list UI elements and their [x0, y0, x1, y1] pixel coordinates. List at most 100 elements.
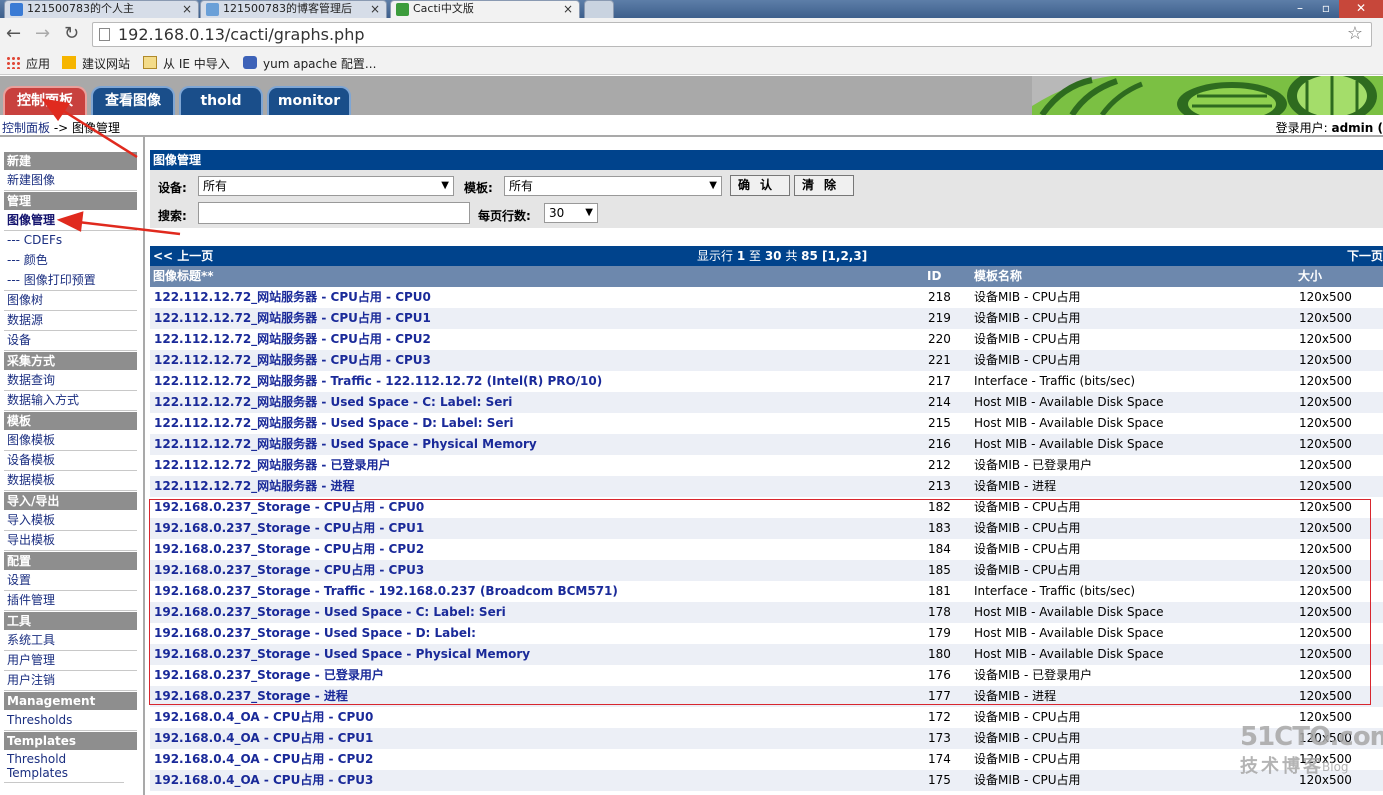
breadcrumb: 控制面板 -> 图像管理	[2, 119, 120, 136]
graph-title-link[interactable]: 192.168.0.237_Storage - 已登录用户	[154, 665, 384, 686]
menu-item-user-management[interactable]: 用户管理	[4, 651, 137, 671]
column-header-id[interactable]: ID	[927, 266, 941, 287]
graph-title-link[interactable]: 192.168.0.4_OA - CPU占用 - CPU3	[154, 770, 373, 791]
close-icon[interactable]: ×	[563, 1, 573, 17]
bookmark-star-icon[interactable]: ☆	[1347, 23, 1363, 44]
forward-arrow-icon[interactable]: →	[35, 23, 50, 44]
graph-title-link[interactable]: 122.112.12.72_网站服务器 - 已登录用户	[154, 455, 391, 476]
graph-title-link[interactable]: 122.112.12.72_网站服务器 - CPU占用 - CPU3	[154, 350, 431, 371]
menu-item-system-utilities[interactable]: 系统工具	[4, 631, 137, 651]
browser-tab[interactable]: 121500783的个人主 ×	[4, 0, 199, 18]
graph-size-cell: 120x500	[1299, 311, 1352, 325]
clear-button[interactable]: 清除	[794, 175, 854, 196]
graph-id-cell: 183	[928, 521, 951, 535]
table-row: 122.112.12.72_网站服务器 - CPU占用 - CPU1 219 设备M…	[150, 308, 1383, 329]
menu-item-export-templates[interactable]: 导出模板	[4, 531, 137, 551]
menu-item-graph-templates[interactable]: 图像模板	[4, 431, 137, 451]
menu-item-data-sources[interactable]: 数据源	[4, 311, 137, 331]
graph-title-link[interactable]: 192.168.0.237_Storage - CPU占用 - CPU0	[154, 497, 424, 518]
graph-title-link[interactable]: 192.168.0.237_Storage - CPU占用 - CPU3	[154, 560, 424, 581]
graph-title-link[interactable]: 192.168.0.237_Storage - 进程	[154, 686, 348, 707]
menu-item-thresholds[interactable]: Thresholds	[4, 711, 137, 731]
menu-item-colors[interactable]: --- 颜色	[4, 251, 137, 271]
menu-item-graph-trees[interactable]: 图像树	[4, 291, 137, 311]
device-select[interactable]: 所有 ▼	[198, 176, 454, 196]
graph-title-link[interactable]: 192.168.0.237_Storage - Traffic - 192.16…	[154, 581, 618, 602]
table-row: 122.112.12.72_网站服务器 - CPU占用 - CPU3 221 设备M…	[150, 350, 1383, 371]
tab-thold[interactable]: thold	[179, 86, 263, 115]
next-page-link[interactable]: 下一页	[1347, 246, 1383, 266]
menu-item-plugin-management[interactable]: 插件管理	[4, 591, 137, 611]
tab-graphs[interactable]: 查看图像	[91, 86, 175, 115]
menu-item-graph-management[interactable]: 图像管理	[4, 211, 137, 231]
graph-id-cell: 217	[928, 374, 951, 388]
bookmark-suggested-sites[interactable]: 建议网站	[62, 55, 130, 72]
graph-title-link[interactable]: 192.168.0.237_Storage - Used Space - D: …	[154, 623, 476, 644]
back-arrow-icon[interactable]: ←	[6, 23, 21, 44]
graph-title-link[interactable]: 122.112.12.72_网站服务器 - CPU占用 - CPU2	[154, 329, 431, 350]
column-header-title[interactable]: 图像标题**	[153, 266, 214, 287]
close-icon[interactable]: ×	[370, 1, 380, 17]
graph-title-link[interactable]: 192.168.0.4_OA - CPU占用 - CPU2	[154, 749, 373, 770]
graph-title-link[interactable]: 122.112.12.72_网站服务器 - Traffic - 122.112.…	[154, 371, 602, 392]
graph-template-cell: 设备MIB - CPU占用	[974, 311, 1081, 325]
graph-title-link[interactable]: 122.112.12.72_网站服务器 - CPU占用 - CPU0	[154, 287, 431, 308]
graph-title-link[interactable]: 192.168.0.237_Storage - CPU占用 - CPU2	[154, 539, 424, 560]
table-row: 122.112.12.72_网站服务器 - Used Space - Physi…	[150, 434, 1383, 455]
browser-tab-active[interactable]: Cacti中文版 ×	[390, 0, 580, 18]
graph-title-link[interactable]: 192.168.0.237_Storage - CPU占用 - CPU1	[154, 518, 424, 539]
tab-console[interactable]: 控制面板	[3, 86, 87, 115]
menu-item-new-graphs[interactable]: 新建图像	[4, 171, 137, 191]
rows-per-page-select[interactable]: 30 ▼	[544, 203, 598, 223]
column-header-size[interactable]: 大小	[1298, 266, 1322, 287]
menu-item-data-queries[interactable]: 数据查询	[4, 371, 137, 391]
table-row: 192.168.0.237_Storage - 进程 177 设备MIB - 进程 1…	[150, 686, 1383, 707]
column-header-template[interactable]: 模板名称	[974, 266, 1022, 287]
graph-title-link[interactable]: 122.112.12.72_网站服务器 - 进程	[154, 476, 355, 497]
menu-item-cdefs[interactable]: --- CDEFs	[4, 231, 137, 251]
cactus-banner-image	[1032, 76, 1383, 115]
close-icon[interactable]: ×	[182, 1, 192, 17]
graph-title-link[interactable]: 192.168.0.4_OA - CPU占用 - CPU0	[154, 707, 373, 728]
menu-item-logout[interactable]: 用户注销	[4, 671, 137, 691]
menu-item-import-templates[interactable]: 导入模板	[4, 511, 137, 531]
device-label: 设备:	[158, 181, 187, 195]
bookmark-apps[interactable]: 应用	[6, 55, 50, 72]
minimize-icon[interactable]: –	[1287, 0, 1313, 18]
bookmark-ie-import[interactable]: 从 IE 中导入	[143, 55, 230, 72]
menu-item-settings[interactable]: 设置	[4, 571, 137, 591]
menu-item-data-templates[interactable]: 数据模板	[4, 471, 137, 491]
window-close-icon[interactable]: ✕	[1339, 0, 1383, 18]
graph-title-link[interactable]: 192.168.0.237_Storage - Used Space - Phy…	[154, 644, 530, 665]
bookmark-yum-apache[interactable]: yum apache 配置...	[243, 55, 376, 72]
menu-item-threshold-templates[interactable]: Threshold Templates	[4, 749, 124, 783]
reload-icon[interactable]: ↻	[64, 23, 79, 44]
menu-item-gprint-presets[interactable]: --- 图像打印预置	[4, 271, 137, 291]
new-tab-button[interactable]	[584, 0, 614, 18]
graph-title-link[interactable]: 192.168.0.237_Storage - Used Space - C: …	[154, 602, 506, 623]
search-input[interactable]	[198, 202, 470, 224]
maximize-icon[interactable]: ▫	[1313, 0, 1339, 18]
breadcrumb-home-link[interactable]: 控制面板	[2, 121, 50, 135]
graph-title-link[interactable]: 122.112.12.72_网站服务器 - Used Space - D: La…	[154, 413, 514, 434]
menu-item-data-input-methods[interactable]: 数据输入方式	[4, 391, 137, 411]
confirm-button[interactable]: 确认	[730, 175, 790, 196]
browser-tab[interactable]: 121500783的博客管理后 ×	[200, 0, 387, 18]
address-bar[interactable]: 192.168.0.13/cacti/graphs.php ☆	[92, 22, 1372, 47]
template-select[interactable]: 所有 ▼	[504, 176, 722, 196]
browser-tab-title: Cacti中文版	[413, 2, 474, 15]
previous-page-link[interactable]: << 上一页	[153, 246, 213, 266]
graph-title-link[interactable]: 192.168.0.4_OA - CPU占用 - CPU1	[154, 728, 373, 749]
tab-monitor[interactable]: monitor	[267, 86, 351, 115]
graph-id-cell: 213	[928, 479, 951, 493]
graph-size-cell: 120x500	[1299, 353, 1352, 367]
browser-toolbar: ← → ↻ 192.168.0.13/cacti/graphs.php ☆	[0, 18, 1383, 51]
graph-title-link[interactable]: 122.112.12.72_网站服务器 - Used Space - C: La…	[154, 392, 512, 413]
table-row: 122.112.12.72_网站服务器 - CPU占用 - CPU2 220 设备M…	[150, 329, 1383, 350]
menu-item-devices[interactable]: 设备	[4, 331, 137, 351]
blog-favicon-icon	[206, 3, 219, 16]
menu-item-host-templates[interactable]: 设备模板	[4, 451, 137, 471]
graph-title-link[interactable]: 122.112.12.72_网站服务器 - Used Space - Physi…	[154, 434, 537, 455]
graph-title-link[interactable]: 122.112.12.72_网站服务器 - CPU占用 - CPU1	[154, 308, 431, 329]
graph-id-cell: 178	[928, 605, 951, 619]
